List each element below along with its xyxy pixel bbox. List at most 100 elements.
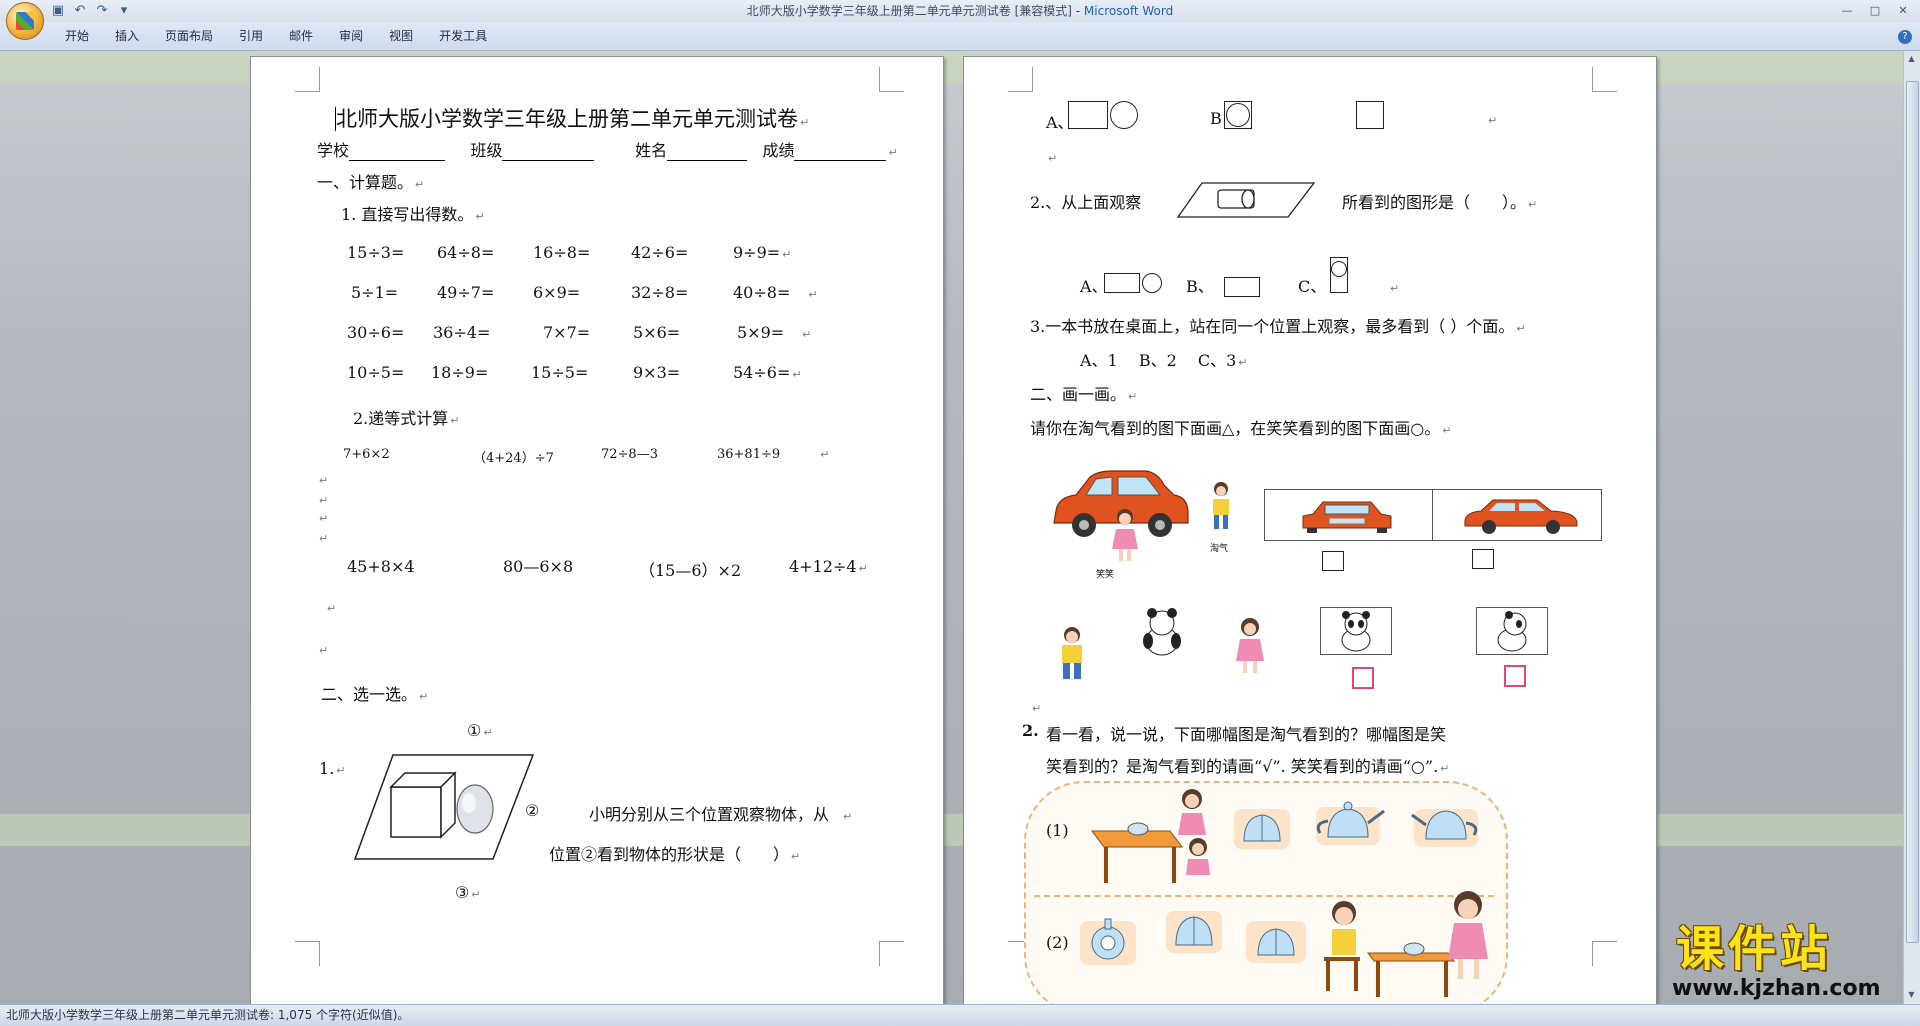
margin-corner [879,67,904,92]
calc-item: 30÷6= [347,323,405,342]
girl-figure [1236,618,1264,673]
rectangle-shape [1104,273,1140,293]
calc-item: 32÷8= [631,283,689,302]
question-options: A、1 B、2 C、3 ↵ [1080,351,1248,370]
title-bar: ▣ ↶ ↷ ▾ 北师大版小学数学三年级上册第二单元单元测试卷 [兼容模式] - … [0,0,1920,23]
equation-item: 7+6×2 [343,447,390,462]
calc-item: 15÷5= [531,363,589,382]
tab-references[interactable]: 引用 [226,28,276,44]
ribbon-tabs: 开始 插入 页面布局 引用 邮件 审阅 视图 开发工具 [52,28,500,44]
calc-item: 36÷4= [433,323,491,342]
rectangle-shape [1224,277,1260,297]
scroll-up-icon[interactable]: ▲ [1906,53,1917,64]
margin-corner [295,67,320,92]
tab-review[interactable]: 审阅 [326,28,376,44]
equation-item: 80—6×8 [503,557,574,576]
tab-view[interactable]: 视图 [376,28,426,44]
question-text: 所看到的图形是（ ）。 ↵ [1342,193,1538,212]
position-mark-3: ③ ↵ [455,883,481,902]
name-label-taoqi: 淘气 [1210,544,1229,554]
girl-figure [1112,509,1138,561]
square-shape [1356,101,1384,129]
cylinder-figure [1176,182,1316,218]
calc-item: 9÷9= ↵ [733,243,792,262]
calc-item: 16÷8= [533,243,591,262]
close-icon[interactable]: ✕ [1890,2,1916,19]
maximize-icon[interactable]: □ [1862,2,1888,19]
tab-home[interactable]: 开始 [52,28,102,44]
answer-box[interactable] [1322,551,1344,571]
minimize-icon[interactable]: — [1834,2,1860,19]
site-logo-url: www.kjzhan.com [1672,976,1881,1001]
view-picture-frame [1264,489,1602,541]
teapot-back-view-icon [1246,921,1306,963]
tab-page-layout[interactable]: 页面布局 [152,28,226,44]
section-heading: 二、画一画。 ↵ [1030,385,1138,404]
position-mark-2: ② [525,801,540,820]
help-icon[interactable]: ? [1898,30,1912,44]
option-b-label: B、 [1186,277,1214,296]
children-at-table-illustration [1091,789,1210,883]
calc-item: 42÷6= [631,243,689,262]
document-page-2[interactable]: A、 B ↵ ↵ 2.、从上面观察 所看到的图形是（ ）。 ↵ A、 B、 C、 … [963,56,1657,1006]
paragraph-mark: ↵ [319,532,329,545]
tab-developer[interactable]: 开发工具 [426,28,500,44]
window-title: 北师大版小学数学三年级上册第二单元单元测试卷 [兼容模式] - Microsof… [746,4,1174,18]
equation-item: 36+81÷9 ↵ [717,447,830,462]
paragraph-mark: ↵ [319,474,329,487]
answer-box[interactable] [1504,665,1526,687]
answer-box[interactable] [1352,667,1374,689]
margin-corner [1592,67,1617,92]
scroll-down-icon[interactable]: ▼ [1906,989,1917,1000]
calc-item: 6×9= [533,283,581,302]
equation-item: （15—6）×2 [639,561,742,580]
equation-item: 4+12÷4 ↵ [789,557,868,576]
question-heading: 2.递等式计算 ↵ [353,409,460,428]
boy-figure [1213,482,1229,529]
vertical-scrollbar[interactable]: ▲ ▼ [1903,51,1920,1004]
circle-shape [1142,273,1162,293]
question-number: 2. [1022,721,1039,740]
section-heading: 二、选一选。 ↵ [321,685,429,704]
calc-item: 10÷5= [347,363,405,382]
answer-box[interactable] [1472,549,1494,569]
paragraph-mark: ↵ [1048,152,1058,165]
question-text: 2.、从上面观察 [1030,193,1142,212]
office-button[interactable] [6,2,44,40]
status-bar: 北师大版小学数学三年级上册第二单元单元测试卷: 1,075 个字符(近似值)。 [0,1004,1920,1026]
question-text: 3.一本书放在桌面上，站在同一个位置上观察，最多看到（ ）个面。 ↵ [1030,317,1526,336]
question-text: 看一看，说一说，下面哪幅图是淘气看到的？哪幅图是笑 [1046,725,1447,744]
header-fields: 学校 班级 姓名 成绩 ↵ [317,141,898,161]
panda-back-icon [1143,608,1181,656]
teapot-back-view-icon [1166,911,1222,953]
calc-item: 54÷6= ↵ [733,363,802,382]
equation-item: （4+24）÷7 [473,451,554,466]
paragraph-mark: ↵ [1390,282,1400,295]
calc-item: 7×7= [543,323,591,342]
paragraph-mark: ↵ [1032,702,1042,715]
rectangle-shape [1068,101,1108,129]
site-logo: 课件站 [1676,921,1833,977]
calc-item: 5÷1= [351,283,399,302]
tab-mailings[interactable]: 邮件 [276,28,326,44]
equation-item: 45+8×4 [347,557,415,576]
car-side-view [1464,499,1578,534]
margin-corner [295,941,320,966]
paragraph-mark: ↵ [319,644,329,657]
position-mark-1: ① ↵ [467,721,493,740]
margin-corner [879,941,904,966]
document-page-1[interactable]: 北师大版小学数学三年级上册第二单元单元测试卷 ↵ 学校 班级 姓名 成绩 ↵ 一、计… [250,56,944,1006]
paragraph-mark: ↵ [319,512,329,525]
tab-insert[interactable]: 插入 [102,28,152,44]
row-label: (1) [1046,821,1069,840]
panda-side-icon [1497,611,1527,652]
paragraph-mark: ↵ [319,494,329,507]
calc-item: 15÷3= [347,243,405,262]
scrollbar-thumb[interactable] [1906,81,1919,943]
ribbon: 开始 插入 页面布局 引用 邮件 审阅 视图 开发工具 ? [0,22,1920,51]
panda-view-frame [1476,607,1548,655]
question-heading: 1. 直接写出得数。 ↵ [341,205,485,224]
teapot-side-view-icon [1411,809,1478,847]
teapot-side-view-icon [1316,801,1385,845]
cube-and-ball-figure [353,754,535,860]
